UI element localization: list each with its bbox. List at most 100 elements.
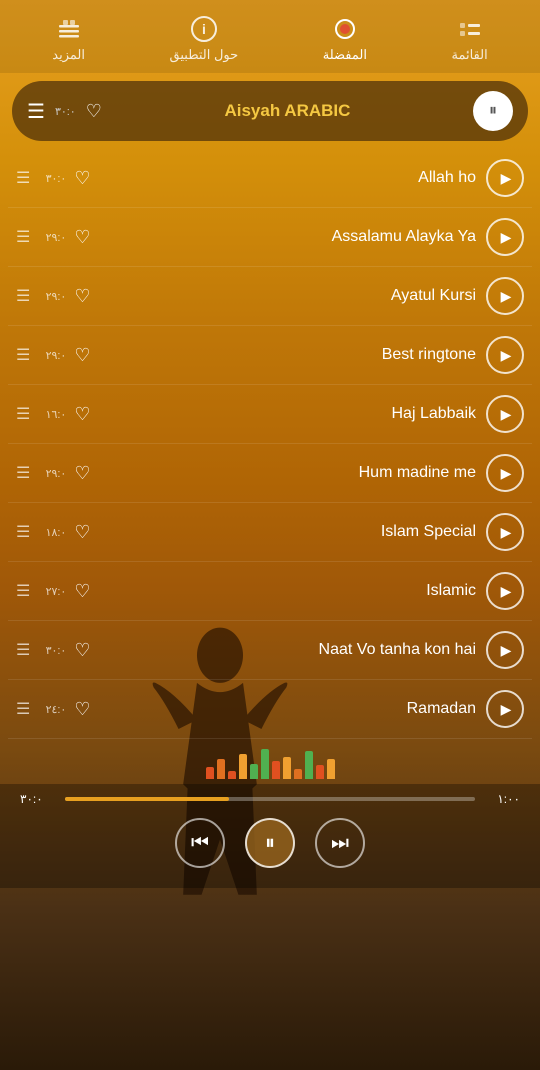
progress-bar-container[interactable] <box>65 797 475 801</box>
eq-bar <box>305 751 313 779</box>
now-playing-menu-icon[interactable]: ☰ <box>27 99 45 124</box>
total-time: ١:٠٠ <box>485 792 520 806</box>
next-icon: ⏭ <box>331 832 349 855</box>
song-title-3: Best ringtone <box>96 346 486 364</box>
song-item-best-ringtone[interactable]: ☰ ٢٩:٠ ♡ Best ringtone ▶ <box>8 326 532 385</box>
eq-bar <box>261 749 269 779</box>
song-menu-icon-4: ☰ <box>16 404 30 424</box>
nav-more[interactable]: المزيد <box>52 15 85 63</box>
nav-about[interactable]: i حول التطبيق <box>170 15 239 63</box>
now-playing-pause-button[interactable]: ⏸ <box>473 91 513 131</box>
song-menu-icon-0: ☰ <box>16 168 30 188</box>
song-play-button-3[interactable]: ▶ <box>486 336 524 374</box>
song-heart-2[interactable]: ♡ <box>74 286 90 307</box>
song-play-button-7[interactable]: ▶ <box>486 572 524 610</box>
eq-bar <box>206 767 214 779</box>
song-item-islam-special[interactable]: ☰ ١٨:٠ ♡ Islam Special ▶ <box>8 503 532 562</box>
song-menu-icon-8: ☰ <box>16 640 30 660</box>
song-heart-4[interactable]: ♡ <box>74 404 90 425</box>
song-play-button-0[interactable]: ▶ <box>486 159 524 197</box>
eq-bar <box>217 759 225 779</box>
eq-bar <box>228 771 236 779</box>
song-item-ayatul[interactable]: ☰ ٢٩:٠ ♡ Ayatul Kursi ▶ <box>8 267 532 326</box>
song-item-allah-ho[interactable]: ☰ ٣٠:٠ ♡ Allah ho ▶ <box>8 149 532 208</box>
song-time-1: ٢٩:٠ <box>38 231 66 244</box>
song-title-8: Naat Vo tanha kon hai <box>96 641 486 659</box>
song-play-button-6[interactable]: ▶ <box>486 513 524 551</box>
song-title-0: Allah ho <box>96 169 486 187</box>
song-item-haj-labbaik[interactable]: ☰ ١٦:٠ ♡ Haj Labbaik ▶ <box>8 385 532 444</box>
now-playing-bar: ☰ ٣٠:٠ ♡ Aisyah ARABIC ⏸ <box>12 81 528 141</box>
song-left-islam: ☰ ١٨:٠ ♡ <box>16 522 96 543</box>
song-play-button-2[interactable]: ▶ <box>486 277 524 315</box>
song-left-best: ☰ ٢٩:٠ ♡ <box>16 345 96 366</box>
song-title-7: Islamic <box>96 582 486 600</box>
song-time-7: ٢٧:٠ <box>38 585 66 598</box>
song-menu-icon-1: ☰ <box>16 227 30 247</box>
bottom-player: ٣٠:٠ ١:٠٠ ⏮ ⏸ ⏭ <box>0 784 540 888</box>
song-play-button-1[interactable]: ▶ <box>486 218 524 256</box>
player-controls: ⏮ ⏸ ⏭ <box>20 818 520 868</box>
now-playing-left-controls: ☰ ٣٠:٠ ♡ <box>27 99 102 124</box>
play-icon-9: ▶ <box>501 701 512 718</box>
song-heart-0[interactable]: ♡ <box>74 168 90 189</box>
song-heart-3[interactable]: ♡ <box>74 345 90 366</box>
eq-bar <box>239 754 247 779</box>
equalizer-visualization <box>0 744 540 779</box>
nav-favorites[interactable]: المفضلة <box>323 15 367 63</box>
eq-bar <box>327 759 335 779</box>
song-left-islamic: ☰ ٢٧:٠ ♡ <box>16 581 96 602</box>
previous-button[interactable]: ⏮ <box>175 818 225 868</box>
song-menu-icon-6: ☰ <box>16 522 30 542</box>
song-heart-5[interactable]: ♡ <box>74 463 90 484</box>
nav-queue[interactable]: القائمة <box>451 15 487 63</box>
pause-icon: ⏸ <box>489 102 497 120</box>
song-menu-icon-5: ☰ <box>16 463 30 483</box>
song-left-hum: ☰ ٢٩:٠ ♡ <box>16 463 96 484</box>
song-menu-icon-7: ☰ <box>16 581 30 601</box>
song-time-4: ١٦:٠ <box>38 408 66 421</box>
next-button[interactable]: ⏭ <box>315 818 365 868</box>
song-list: ☰ ٣٠:٠ ♡ Allah ho ▶ ☰ ٢٩:٠ ♡ Assalamu Al… <box>0 149 540 739</box>
song-play-button-9[interactable]: ▶ <box>486 690 524 728</box>
song-time-6: ١٨:٠ <box>38 526 66 539</box>
song-title-2: Ayatul Kursi <box>96 287 486 305</box>
now-playing-heart-icon[interactable]: ♡ <box>86 101 102 122</box>
song-title-5: Hum madine me <box>96 464 486 482</box>
song-menu-icon-3: ☰ <box>16 345 30 365</box>
song-time-2: ٢٩:٠ <box>38 290 66 303</box>
song-heart-6[interactable]: ♡ <box>74 522 90 543</box>
song-heart-7[interactable]: ♡ <box>74 581 90 602</box>
song-time-9: ٢٤:٠ <box>38 703 66 716</box>
song-item-islamic[interactable]: ☰ ٢٧:٠ ♡ Islamic ▶ <box>8 562 532 621</box>
song-heart-1[interactable]: ♡ <box>74 227 90 248</box>
song-item-naat[interactable]: ☰ ٣٠:٠ ♡ Naat Vo tanha kon hai ▶ <box>8 621 532 680</box>
about-icon: i <box>190 15 218 43</box>
song-menu-icon-2: ☰ <box>16 286 30 306</box>
song-left-naat: ☰ ٣٠:٠ ♡ <box>16 640 96 661</box>
eq-bar <box>283 757 291 779</box>
song-heart-9[interactable]: ♡ <box>74 699 90 720</box>
queue-icon <box>456 15 484 43</box>
play-icon-7: ▶ <box>501 583 512 600</box>
song-play-button-8[interactable]: ▶ <box>486 631 524 669</box>
song-time-5: ٢٩:٠ <box>38 467 66 480</box>
song-item-hum-madine[interactable]: ☰ ٢٩:٠ ♡ Hum madine me ▶ <box>8 444 532 503</box>
main-pause-button[interactable]: ⏸ <box>245 818 295 868</box>
current-time: ٣٠:٠ <box>20 792 55 806</box>
progress-row: ٣٠:٠ ١:٠٠ <box>20 792 520 806</box>
nav-queue-label: القائمة <box>451 47 487 63</box>
song-time-0: ٣٠:٠ <box>38 172 66 185</box>
song-heart-8[interactable]: ♡ <box>74 640 90 661</box>
song-play-button-4[interactable]: ▶ <box>486 395 524 433</box>
song-play-button-5[interactable]: ▶ <box>486 454 524 492</box>
song-item-ramadan[interactable]: ☰ ٢٤:٠ ♡ Ramadan ▶ <box>8 680 532 739</box>
song-left-ramadan: ☰ ٢٤:٠ ♡ <box>16 699 96 720</box>
song-item-assalamu[interactable]: ☰ ٢٩:٠ ♡ Assalamu Alayka Ya ▶ <box>8 208 532 267</box>
svg-text:i: i <box>202 21 206 37</box>
top-navigation: المزيد i حول التطبيق المفضلة <box>0 0 540 73</box>
play-icon-2: ▶ <box>501 288 512 305</box>
song-title-1: Assalamu Alayka Ya <box>96 228 486 246</box>
song-title-4: Haj Labbaik <box>96 405 486 423</box>
now-playing-title: Aisyah ARABIC <box>102 101 473 121</box>
